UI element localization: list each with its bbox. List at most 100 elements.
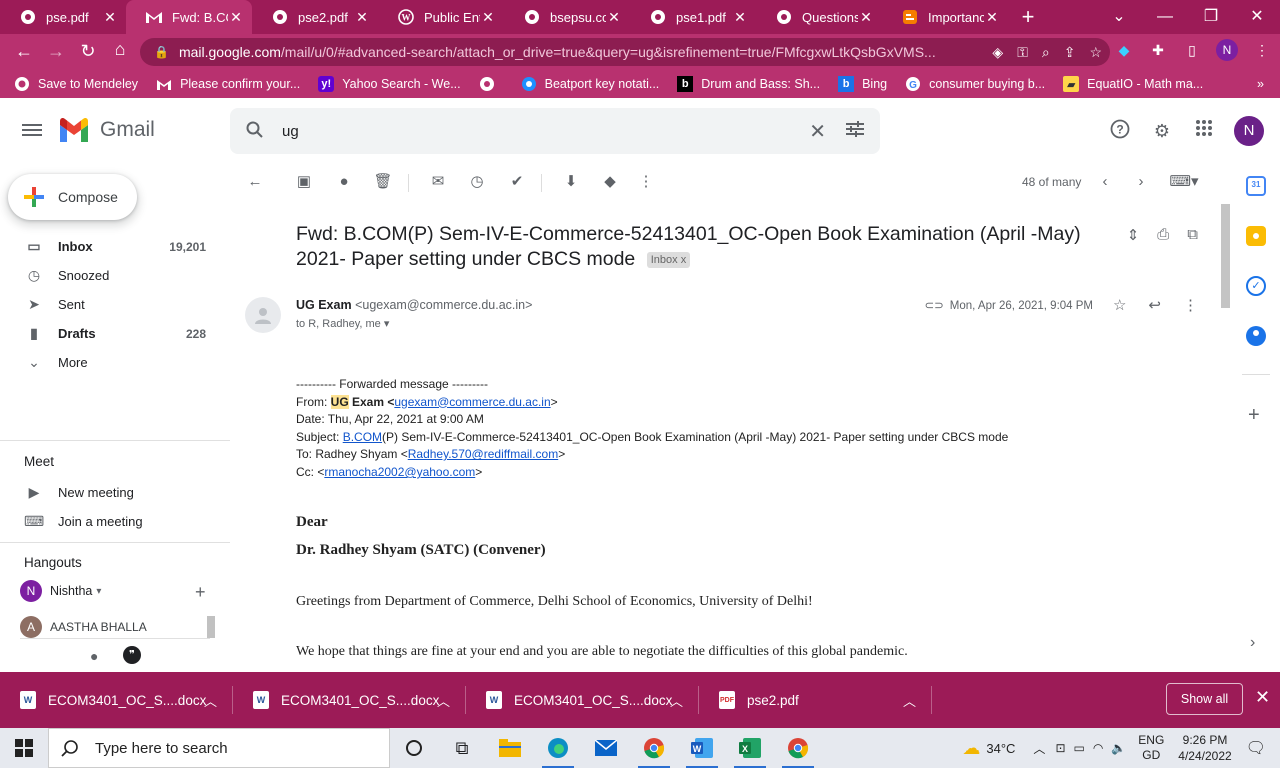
browser-tab[interactable]: bsepsu.com✕	[504, 0, 630, 34]
browser-tab[interactable]: pse.pdf ✕	[0, 0, 126, 34]
close-icon[interactable]: ✕	[102, 9, 118, 26]
forward-icon[interactable]: →	[40, 41, 72, 62]
close-icon[interactable]: ✕	[732, 9, 748, 26]
help-icon[interactable]: ?	[1108, 119, 1132, 143]
browser-tab[interactable]: W Public Enter✕	[378, 0, 504, 34]
get-addons-plus-icon[interactable]: +	[1248, 404, 1260, 427]
details-caret-icon[interactable]: ▾	[384, 318, 390, 330]
nav-snoozed[interactable]: ◷ Snoozed	[0, 261, 222, 290]
move-to-icon[interactable]: ⬇	[561, 172, 581, 192]
chevron-up-icon[interactable]: ︿	[437, 691, 450, 710]
weather-icon[interactable]: ☁	[962, 738, 980, 759]
snooze-icon[interactable]: ◷	[467, 172, 487, 192]
bookmark-item[interactable]: y! Yahoo Search - We...	[318, 76, 461, 92]
close-icon[interactable]: ✕	[228, 9, 244, 26]
print-icon[interactable]: ⎙	[1157, 226, 1169, 244]
zoom-icon[interactable]: ⌕	[1042, 44, 1050, 61]
tab-search-icon[interactable]: ⌄	[1096, 0, 1142, 34]
bookmark-item[interactable]: b Bing	[838, 76, 887, 92]
extension-diamond-icon[interactable]: ◆	[1114, 40, 1134, 60]
report-spam-icon[interactable]: ●	[334, 172, 354, 192]
close-icon[interactable]: ✕	[984, 9, 1000, 26]
account-avatar[interactable]: N	[1234, 116, 1264, 146]
install-icon[interactable]: ◈	[992, 44, 1003, 61]
back-arrow-icon[interactable]: ←	[245, 172, 265, 192]
download-item[interactable]: W ECOM3401_OC_S....docx ︿	[233, 672, 466, 728]
newer-chevron-icon[interactable]: ‹	[1095, 172, 1115, 192]
expand-collapse-icon[interactable]: ⇕	[1127, 226, 1140, 244]
edge-icon[interactable]	[534, 728, 582, 768]
language-indicator[interactable]: ENG GD	[1138, 733, 1164, 763]
from-email-link[interactable]: ugexam@commerce.du.ac.in	[394, 395, 550, 409]
notification-icon[interactable]: 🗨	[1246, 738, 1266, 758]
windows-start-icon[interactable]	[0, 728, 48, 768]
restore-icon[interactable]: ❐	[1188, 0, 1234, 34]
puzzle-icon[interactable]: ✚	[1148, 40, 1168, 60]
bookmark-item[interactable]: Beatport key notati...	[521, 76, 659, 92]
close-downloads-icon[interactable]: ✕	[1255, 687, 1270, 708]
recipients-line[interactable]: to R, Radhey, me ▾	[296, 317, 389, 330]
home-icon[interactable]: ⌂	[104, 39, 136, 60]
contacts-icon[interactable]	[1246, 326, 1266, 346]
browser-tab-active[interactable]: Fwd: B.COM✕	[126, 0, 252, 34]
chevron-up-icon[interactable]: ︿	[670, 691, 683, 710]
sender-avatar[interactable]	[245, 297, 281, 333]
menu-icon[interactable]: ⋮	[1252, 40, 1272, 60]
apps-grid-icon[interactable]	[1192, 119, 1216, 143]
browser-tab[interactable]: pse1.pdf ✕	[630, 0, 756, 34]
hangouts-quote-icon[interactable]: ❞	[123, 646, 141, 664]
bookmark-item[interactable]	[479, 76, 503, 92]
search-input[interactable]	[282, 122, 762, 140]
mark-unread-icon[interactable]: ✉	[428, 172, 448, 192]
contacts-person-icon[interactable]: ●	[90, 648, 98, 664]
inbox-label-chip[interactable]: Inbox x	[646, 251, 691, 268]
message-scrollbar[interactable]	[1220, 200, 1232, 672]
share-icon[interactable]: ⇪	[1064, 44, 1076, 61]
close-icon[interactable]: ✕	[606, 9, 622, 26]
search-bar[interactable]: ✕	[230, 108, 880, 154]
star-icon[interactable]: ☆	[1113, 296, 1126, 314]
bookmark-item[interactable]: Save to Mendeley	[14, 76, 138, 92]
minimize-icon[interactable]: —	[1142, 0, 1188, 34]
close-icon[interactable]: ✕	[354, 9, 370, 26]
open-new-window-icon[interactable]: ⧉	[1187, 226, 1198, 244]
close-icon[interactable]: ✕	[480, 9, 496, 26]
keep-icon[interactable]	[1246, 226, 1266, 246]
clear-search-icon[interactable]: ✕	[809, 119, 826, 144]
tasks-icon[interactable]: ✓	[1246, 276, 1266, 296]
battery-icon[interactable]: ▭	[1074, 741, 1085, 755]
mail-icon[interactable]	[582, 728, 630, 768]
settings-gear-icon[interactable]: ⚙	[1150, 119, 1174, 143]
sidepanel-icon[interactable]: ▯	[1182, 40, 1202, 60]
nav-sent[interactable]: ➤ Sent	[0, 290, 222, 319]
file-explorer-icon[interactable]	[486, 728, 534, 768]
cortana-icon[interactable]	[390, 728, 438, 768]
compose-button[interactable]: Compose	[8, 174, 137, 220]
new-tab-button[interactable]: +	[1008, 0, 1048, 34]
close-icon[interactable]: ✕	[858, 9, 874, 26]
show-all-button[interactable]: Show all	[1166, 683, 1243, 715]
nav-drafts[interactable]: ▮ Drafts 228	[0, 319, 222, 348]
delete-icon[interactable]: 🗑	[373, 172, 393, 192]
more-bookmarks-icon[interactable]: »	[1257, 77, 1264, 91]
word-icon[interactable]: W	[678, 728, 726, 768]
bookmark-star-icon[interactable]: ☆	[1089, 44, 1102, 61]
chrome-taskbar-icon[interactable]	[630, 728, 678, 768]
more-vert-icon[interactable]: ⋮	[636, 172, 656, 192]
bookmark-item[interactable]: Gconsumer buying b...	[905, 76, 1045, 92]
new-meeting-button[interactable]: ▶ New meeting	[0, 478, 222, 507]
hangouts-scrollbar[interactable]	[207, 616, 215, 638]
archive-icon[interactable]: ▣	[294, 172, 314, 192]
taskbar-search[interactable]: Type here to search	[48, 728, 390, 768]
more-vert-icon[interactable]: ⋮	[1183, 296, 1198, 314]
browser-tab[interactable]: Importance✕	[882, 0, 1008, 34]
browser-tab[interactable]: pse2.pdf ✕	[252, 0, 378, 34]
chevron-up-icon[interactable]: ︿	[903, 691, 916, 710]
search-options-icon[interactable]	[846, 120, 864, 142]
sender-name[interactable]: UG Exam	[296, 298, 352, 312]
key-icon[interactable]: ⚿	[1017, 44, 1028, 61]
browser-tab[interactable]: Questions_I✕	[756, 0, 882, 34]
cc-email-link[interactable]: rmanocha2002@yahoo.com	[324, 465, 475, 479]
bookmark-item[interactable]: ▰ EquatIO - Math ma...	[1063, 76, 1203, 92]
chevron-up-icon[interactable]: ︿	[204, 691, 217, 710]
